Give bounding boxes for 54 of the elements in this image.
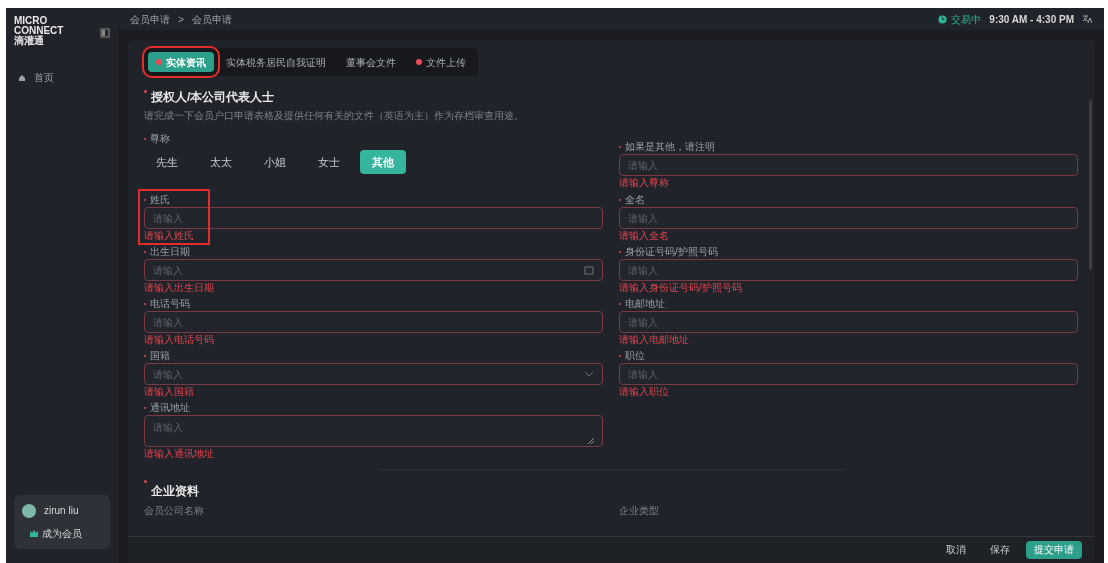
logo: MICRO CONNECT 滴灌通 [14,16,64,46]
calendar-icon [584,265,594,275]
field-label: 尊称 [144,131,603,146]
field-label: 企业类型 [619,504,660,518]
nav-item[interactable]: 首页 [14,66,110,89]
section-title: 授权人/本公司代表人士 [144,88,1078,106]
breadcrumb-separator: > [178,12,184,27]
crown-icon [30,530,38,537]
error-message: 请输入全名 [619,229,670,243]
salutation-option[interactable]: 太太 [198,150,244,174]
field-label: 出生日期 [144,244,190,259]
field-label: 电话号码 [144,296,190,311]
breadcrumb-current: 会员申请 [191,12,232,27]
field-label: 全名 [619,192,645,207]
trading-hours: 9:30 AM - 4:30 PM [989,12,1074,27]
submit-button[interactable]: 提交申请 [1026,540,1082,559]
field-label: 通讯地址 [144,400,190,415]
breadcrumb-link[interactable]: 会员申请 [130,11,170,27]
tab[interactable]: 文件上传 [408,52,474,72]
error-message: 请输入国籍 [144,385,195,399]
error-message: 请输入身份证号码/护照号码 [619,281,743,295]
error-message: 请输入出生日期 [144,281,215,295]
chevron-down-icon [584,371,594,377]
home-icon [18,73,26,82]
avatar [22,503,36,518]
footer-button[interactable]: 保存 [982,540,1018,559]
section-title: 企业资料 [144,484,199,498]
error-message: 请输入电邮地址 [619,333,690,347]
field-label: 职位 [619,348,645,363]
salutation-option[interactable]: 先生 [144,150,190,174]
field-label: 会员公司名称 [144,504,205,518]
error-message: 请输入姓氏 [144,229,195,243]
error-message: 请输入电话号码 [144,333,215,347]
salutation-option[interactable]: 女士 [306,150,352,174]
translate-icon[interactable] [1082,14,1092,24]
error-message: 请输入通讯地址 [144,447,215,461]
market-status: 交易中 [951,12,982,27]
field-label: 电邮地址 [619,296,665,311]
error-message: 请输入职位 [619,385,670,399]
clock-icon [938,14,948,24]
salutation-option[interactable]: 其他 [360,150,406,174]
resize-handle-icon [588,438,594,444]
field-label: 如果是其他，请注明 [619,139,715,154]
user-name: zirun liu [44,504,79,518]
tab[interactable]: 实体税务居民自我证明 [218,52,334,72]
tab[interactable]: 董事会文件 [338,52,404,72]
salutation-option[interactable]: 小姐 [252,150,298,174]
error-message: 请输入尊称 [619,176,670,190]
collapse-icon[interactable] [100,28,110,38]
footer-button[interactable]: 取消 [938,540,974,559]
field-label: 姓氏 [144,192,170,207]
become-member-link[interactable]: 成为会员 [22,526,102,541]
field-label: 身份证号码/护照号码 [619,244,718,259]
field-label: 国籍 [144,348,170,363]
